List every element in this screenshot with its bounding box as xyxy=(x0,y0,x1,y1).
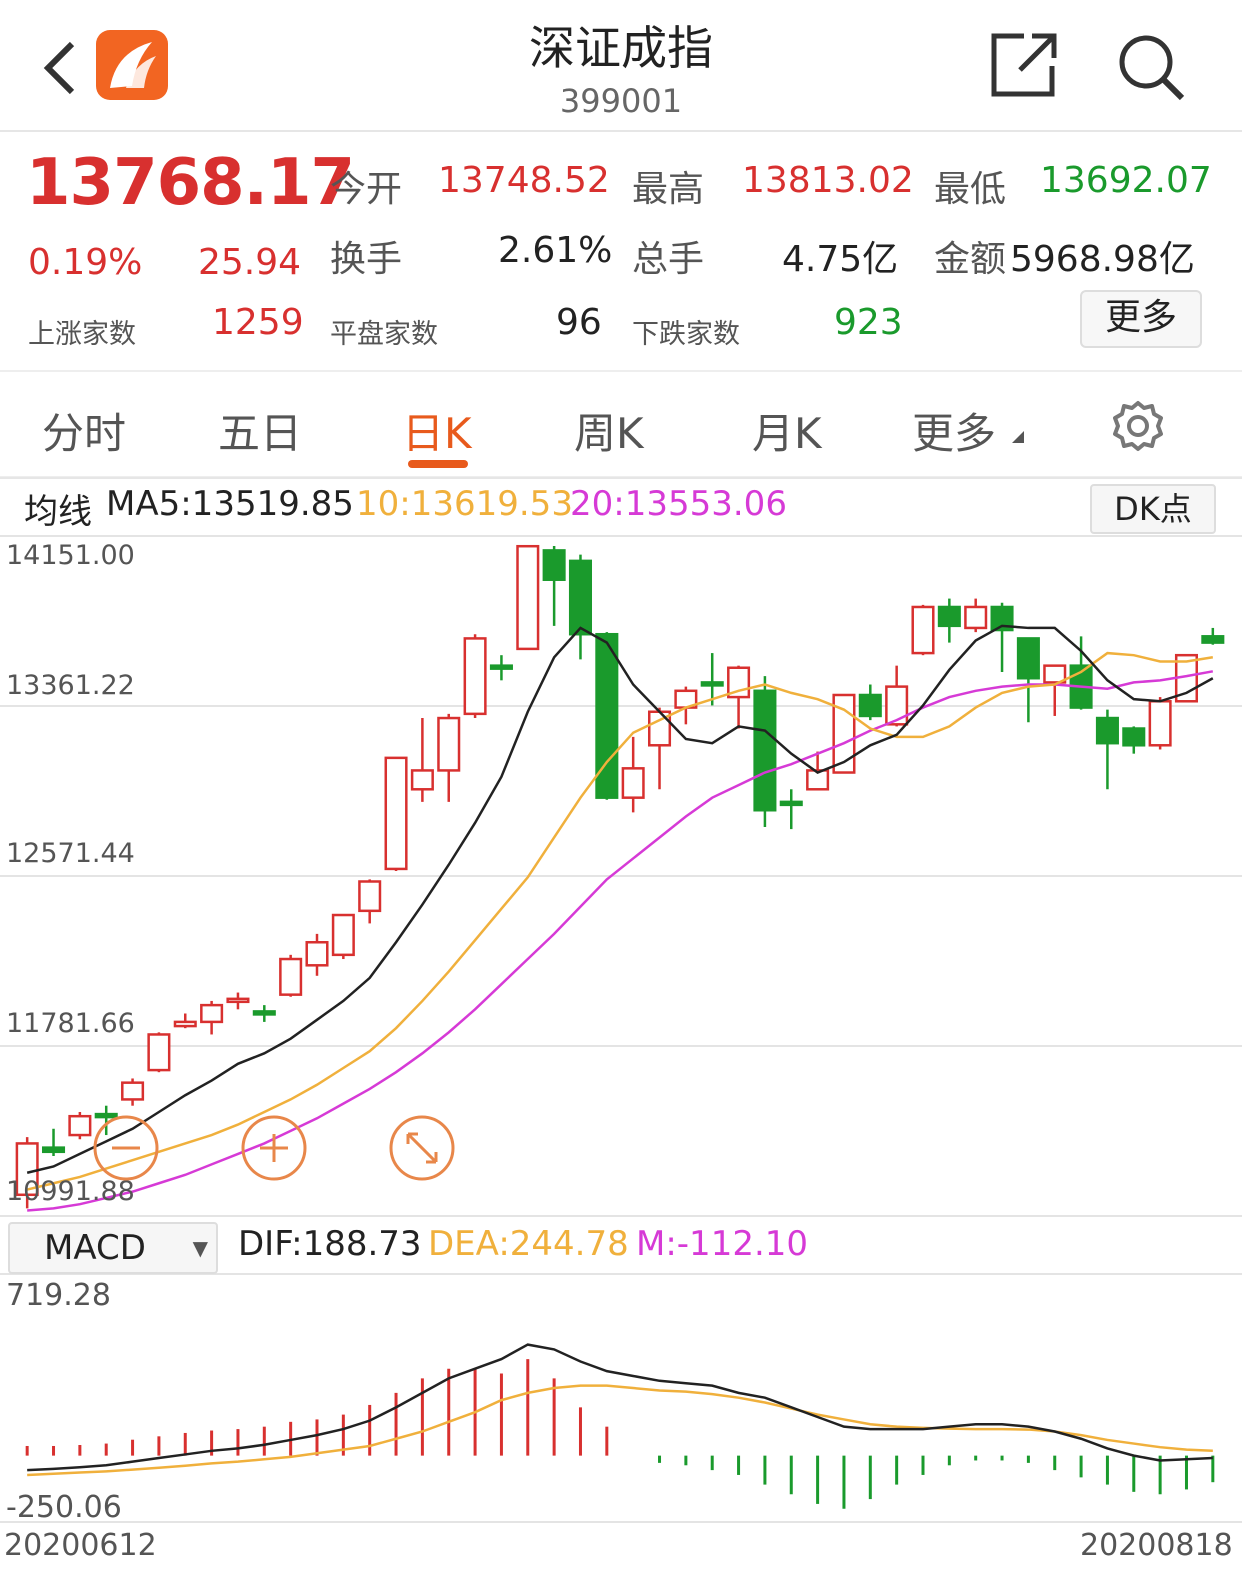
candle-body xyxy=(1201,635,1225,644)
candle-body xyxy=(568,559,593,636)
candle-body xyxy=(279,957,303,996)
candle-body xyxy=(1122,727,1146,747)
candle-body xyxy=(858,693,882,718)
candle-body xyxy=(937,605,961,628)
y-axis-label: 12571.44 xyxy=(6,838,135,869)
start-date: 20200612 xyxy=(4,1528,157,1563)
candle-body xyxy=(885,685,909,726)
candle-body xyxy=(226,997,250,1004)
candle-body xyxy=(1016,637,1040,680)
ma10-line xyxy=(26,651,1214,1191)
m-value: M:-112.10 xyxy=(636,1224,809,1264)
candle-body xyxy=(489,664,513,670)
candle-body xyxy=(410,769,434,791)
indicator-select-value: MACD xyxy=(44,1228,146,1268)
dif-line xyxy=(27,1343,1213,1472)
candle-body xyxy=(964,605,988,630)
macd-axis-top: 719.28 xyxy=(6,1278,111,1313)
chevron-down-icon: ▼ xyxy=(192,1236,208,1260)
candle-body xyxy=(173,1020,197,1028)
ma5-line xyxy=(26,624,1214,1174)
candle-body xyxy=(252,1010,276,1016)
macd-axis-bottom: -250.06 xyxy=(6,1490,122,1525)
candle-body xyxy=(331,913,355,957)
candle-body xyxy=(911,605,935,655)
candle-body xyxy=(621,767,645,799)
candle-body xyxy=(437,716,461,772)
zoom-out-icon[interactable] xyxy=(92,1114,160,1186)
dif-value: DIF:188.73 xyxy=(238,1224,422,1264)
candle-body xyxy=(68,1114,92,1137)
y-axis-label: 11781.66 xyxy=(6,1008,135,1039)
candle-body xyxy=(516,544,540,651)
y-axis-label: 13361.22 xyxy=(6,670,135,701)
candle-body xyxy=(358,880,382,913)
candle-body xyxy=(542,549,566,581)
candle-body xyxy=(41,1146,66,1154)
candle-body xyxy=(305,941,329,967)
indicator-select[interactable]: MACD ▼ xyxy=(8,1222,218,1274)
candle-body xyxy=(384,756,408,871)
zoom-in-icon[interactable] xyxy=(240,1114,308,1186)
expand-icon[interactable] xyxy=(388,1114,456,1186)
dea-value: DEA:244.78 xyxy=(428,1224,629,1264)
candle-body xyxy=(121,1081,145,1101)
dea-line xyxy=(27,1384,1213,1477)
candle-body xyxy=(700,681,724,687)
candle-body xyxy=(463,637,487,716)
end-date: 20200818 xyxy=(1080,1528,1233,1563)
candle-body xyxy=(1095,716,1119,745)
candle-body xyxy=(753,689,777,812)
candle-body xyxy=(1148,700,1172,747)
y-axis-label: 14151.00 xyxy=(6,540,135,571)
candle-body xyxy=(779,800,803,807)
ma20-line xyxy=(27,670,1214,1212)
candle-body xyxy=(147,1033,171,1072)
kline-chart[interactable] xyxy=(0,0,1242,1588)
candle-body xyxy=(200,1003,224,1024)
